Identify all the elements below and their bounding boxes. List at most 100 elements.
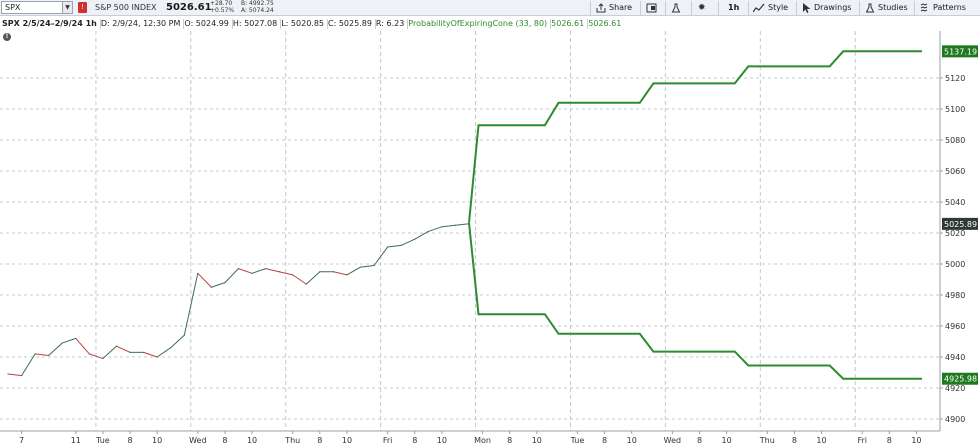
price-segment: [346, 266, 361, 276]
price-segment: [238, 268, 253, 274]
y-tick-label: 5100: [945, 105, 965, 114]
x-tick-label: 8: [887, 436, 892, 445]
price-segment: [224, 268, 239, 283]
price-point: [20, 375, 23, 377]
price-point: [319, 271, 321, 273]
y-tick-label: 4900: [945, 415, 965, 424]
price-segment: [75, 338, 90, 355]
price-segment: [292, 274, 307, 285]
x-tick-label: 10: [437, 436, 447, 445]
price-segment: [197, 272, 212, 288]
x-tick-label: 7: [19, 436, 24, 445]
x-tick-label: Wed: [664, 436, 681, 445]
price-segment: [116, 345, 131, 353]
price-badge-label: 5137.19: [944, 47, 977, 56]
price-point: [115, 345, 118, 347]
price-segment: [265, 268, 280, 273]
price-point: [454, 224, 457, 226]
price-point: [427, 230, 429, 233]
price-point: [441, 226, 443, 228]
price-point: [265, 268, 267, 270]
price-segment: [428, 226, 443, 232]
day-separators: [95, 31, 856, 431]
price-point: [197, 272, 199, 274]
price-point: [237, 268, 240, 270]
price-badge-label: 5025.89: [944, 220, 977, 229]
price-point: [88, 353, 90, 355]
series: [7, 50, 922, 380]
price-segment: [35, 353, 49, 356]
x-tick-label: 10: [532, 436, 542, 445]
x-tick-label: 8: [507, 436, 512, 445]
x-tick-label: Wed: [189, 436, 206, 445]
price-point: [359, 266, 362, 268]
price-segment: [170, 334, 185, 349]
y-tick-label: 5120: [945, 74, 965, 83]
price-point: [7, 373, 9, 375]
y-tick-label: 4920: [945, 384, 965, 393]
price-segment: [360, 265, 375, 268]
y-tick-label: 5000: [945, 260, 965, 269]
x-tick-label: 8: [127, 436, 132, 445]
price-point: [305, 283, 307, 285]
price-point: [210, 286, 212, 288]
price-point: [75, 337, 77, 339]
price-point: [129, 351, 131, 353]
x-tick-label: Thu: [284, 436, 300, 445]
x-tick-label: 8: [317, 436, 322, 445]
price-segment: [387, 244, 402, 248]
y-tick-label: 4960: [945, 322, 965, 331]
price-segment: [251, 268, 266, 274]
price-segment: [305, 271, 321, 285]
x-tick-label: Fri: [857, 436, 867, 445]
x-tick-label: 8: [602, 436, 607, 445]
price-point: [156, 356, 158, 358]
y-tick-label: 4980: [945, 291, 965, 300]
price-badges: 5137.19 5025.89 4925.98: [942, 45, 978, 385]
y-tick-label: 5080: [945, 136, 965, 145]
price-segment: [441, 224, 456, 228]
x-tick-label: 8: [412, 436, 417, 445]
price-point: [183, 334, 185, 336]
x-tick-label: 8: [222, 436, 227, 445]
x-tick-label: Mon: [474, 436, 491, 445]
y-tick-label: 5040: [945, 198, 965, 207]
price-point: [251, 272, 253, 274]
price-point: [170, 347, 172, 349]
x-tick-label: 10: [816, 436, 826, 445]
x-tick-label: Tue: [570, 436, 585, 445]
price-point: [400, 244, 402, 246]
y-axis: 4900 4920 4940 4960 4980 5000 5020 5040 5060 5080…: [939, 31, 965, 431]
price-segment: [156, 347, 171, 358]
x-tick-label: Thu: [759, 436, 775, 445]
x-tick-label: 10: [722, 436, 732, 445]
price-segment: [211, 282, 226, 288]
y-tick-label: 5020: [945, 229, 965, 238]
x-tick-label: 10: [247, 436, 257, 445]
x-tick-label: 10: [911, 436, 921, 445]
cone-upper-line: [468, 50, 922, 223]
price-chart[interactable]: 4900 4920 4940 4960 4980 5000 5020 5040 5060 5080…: [0, 0, 980, 448]
x-tick-label: Fri: [383, 436, 393, 445]
price-point: [278, 271, 280, 273]
x-tick-label: 10: [627, 436, 637, 445]
price-segment: [400, 238, 415, 246]
price-point: [102, 357, 104, 360]
price-segment: [62, 337, 76, 344]
price-segment: [21, 353, 36, 376]
price-point: [61, 342, 63, 344]
x-axis: 7 11 Tue 8 10 Wed 8 10 Thu 8 10 Fri 8 10 Mon 8 10 Tue 8 10 W…: [0, 430, 940, 445]
x-tick-label: 10: [152, 436, 162, 445]
price-point: [414, 238, 416, 240]
price-point: [34, 353, 36, 355]
price-segment: [48, 342, 63, 356]
x-tick-label: 8: [792, 436, 797, 445]
price-point: [332, 271, 335, 273]
price-point: [48, 354, 50, 357]
price-point: [292, 274, 294, 276]
x-tick-label: 11: [71, 436, 81, 445]
price-point: [224, 282, 226, 284]
price-point: [142, 351, 145, 353]
price-segment: [333, 271, 348, 276]
price-badge-label: 4925.98: [944, 375, 977, 384]
